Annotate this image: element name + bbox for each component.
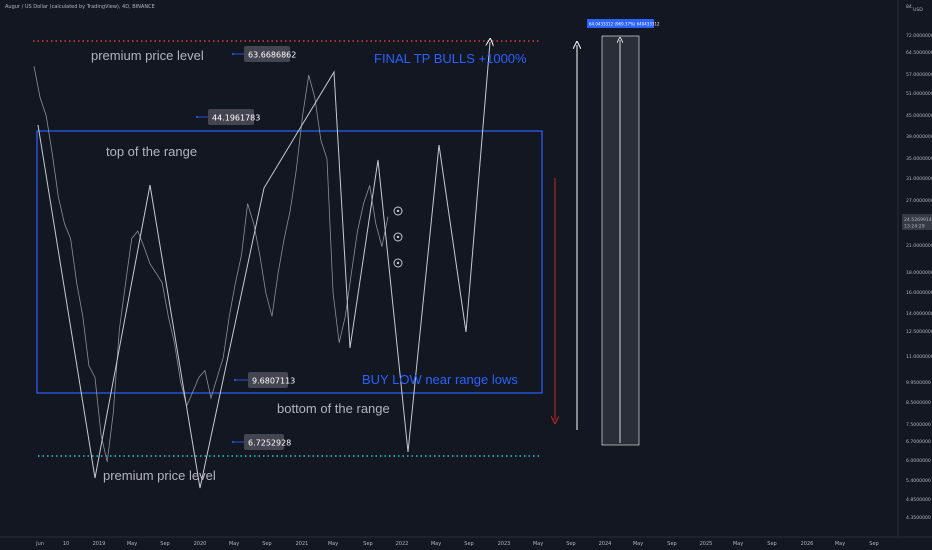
- y-tick-label: 6.7000000: [906, 439, 931, 445]
- x-tick-label: 2024: [599, 541, 612, 547]
- annotation-top-range: top of the range: [106, 144, 197, 159]
- y-tick-label: 7.5000000: [906, 422, 931, 428]
- y-tick-label: 45.0000000: [906, 113, 932, 119]
- level-value-6: 6.7252928: [248, 439, 291, 448]
- y-tick-label: 4.8500000: [906, 497, 931, 503]
- level-value-9: 9.6807113: [252, 377, 295, 386]
- x-tick-label: Sep: [464, 541, 473, 547]
- x-tick-label: Sep: [262, 541, 271, 547]
- projection-box: [601, 35, 640, 446]
- x-tick-label: 2020: [194, 541, 207, 547]
- x-tick-label: May: [127, 541, 137, 547]
- y-tick-label: 8.5000000: [906, 400, 931, 406]
- annotation-buy-low: BUY LOW near range lows: [362, 372, 518, 387]
- y-tick-label: 12.5000000: [906, 329, 932, 335]
- y-tick-label: 14.0000000: [906, 311, 932, 317]
- y-tick-label: 72.0000000: [906, 33, 932, 39]
- x-tick-label: Sep: [160, 541, 169, 547]
- x-tick-label: May: [328, 541, 338, 547]
- y-tick-label: 57.0000000: [906, 72, 932, 78]
- price-chart[interactable]: 84.72.000000064.500000057.000000051.0000…: [0, 0, 932, 550]
- x-tick-label: May: [533, 541, 543, 547]
- current-price-value: 24.5269914: [904, 217, 932, 223]
- annotation-premium-bottom: premium price level: [103, 468, 216, 483]
- x-tick-label: May: [431, 541, 441, 547]
- y-tick-label: 21.0000000: [906, 243, 932, 249]
- x-tick-label: 2022: [396, 541, 409, 547]
- x-tick-label: Jun: [35, 541, 44, 547]
- x-tick-label: May: [229, 541, 239, 547]
- annotation-premium-top: premium price level: [91, 48, 204, 63]
- y-tick-label: 18.0000000: [906, 270, 932, 276]
- y-tick-label: 5.4000000: [906, 478, 931, 484]
- y-tick-label: 39.0000000: [906, 134, 932, 140]
- x-tick-label: May: [633, 541, 643, 547]
- x-tick-label: May: [835, 541, 845, 547]
- x-tick-label: 2019: [93, 541, 106, 547]
- y-tick-label: 27.0000000: [906, 198, 932, 204]
- level-value-44: 44.1961783: [212, 114, 260, 123]
- y-tick-label: 35.0000000: [906, 156, 932, 162]
- projection-label: 64.0433312 (969.37%) 640433312: [589, 22, 660, 27]
- x-tick-label: Sep: [767, 541, 776, 547]
- x-tick-label: 10: [63, 541, 69, 547]
- range-box[interactable]: [36, 130, 543, 394]
- y-tick-label: 51.0000000: [906, 91, 932, 97]
- y-tick-label: 9.9500000: [906, 380, 931, 386]
- x-tick-label: 2026: [801, 541, 814, 547]
- y-tick-label: 6.0000000: [906, 458, 931, 464]
- y-tick-label: 64.5000000: [906, 50, 932, 56]
- annotation-final-tp: FINAL TP BULLS +1000%: [374, 51, 527, 66]
- level-value-63: 63.6686862: [248, 51, 296, 60]
- x-tick-label: Sep: [667, 541, 676, 547]
- currency-label: USD: [913, 7, 923, 13]
- x-tick-label: 2025: [700, 541, 713, 547]
- x-tick-label: 2023: [498, 541, 511, 547]
- projection-path: [37, 42, 490, 489]
- current-price-countdown: 13:24:29: [904, 224, 925, 230]
- x-tick-label: Sep: [869, 541, 878, 547]
- x-tick-label: Sep: [566, 541, 575, 547]
- y-tick-label: 16.0000000: [906, 290, 932, 296]
- x-tick-label: Sep: [363, 541, 372, 547]
- y-tick-label: 4.3500000: [906, 515, 931, 521]
- y-tick-label: 31.0000000: [906, 176, 932, 182]
- x-tick-label: 2021: [296, 541, 309, 547]
- annotation-bottom-range: bottom of the range: [277, 401, 390, 416]
- x-tick-label: May: [733, 541, 743, 547]
- y-tick-label: 11.0000000: [906, 354, 932, 360]
